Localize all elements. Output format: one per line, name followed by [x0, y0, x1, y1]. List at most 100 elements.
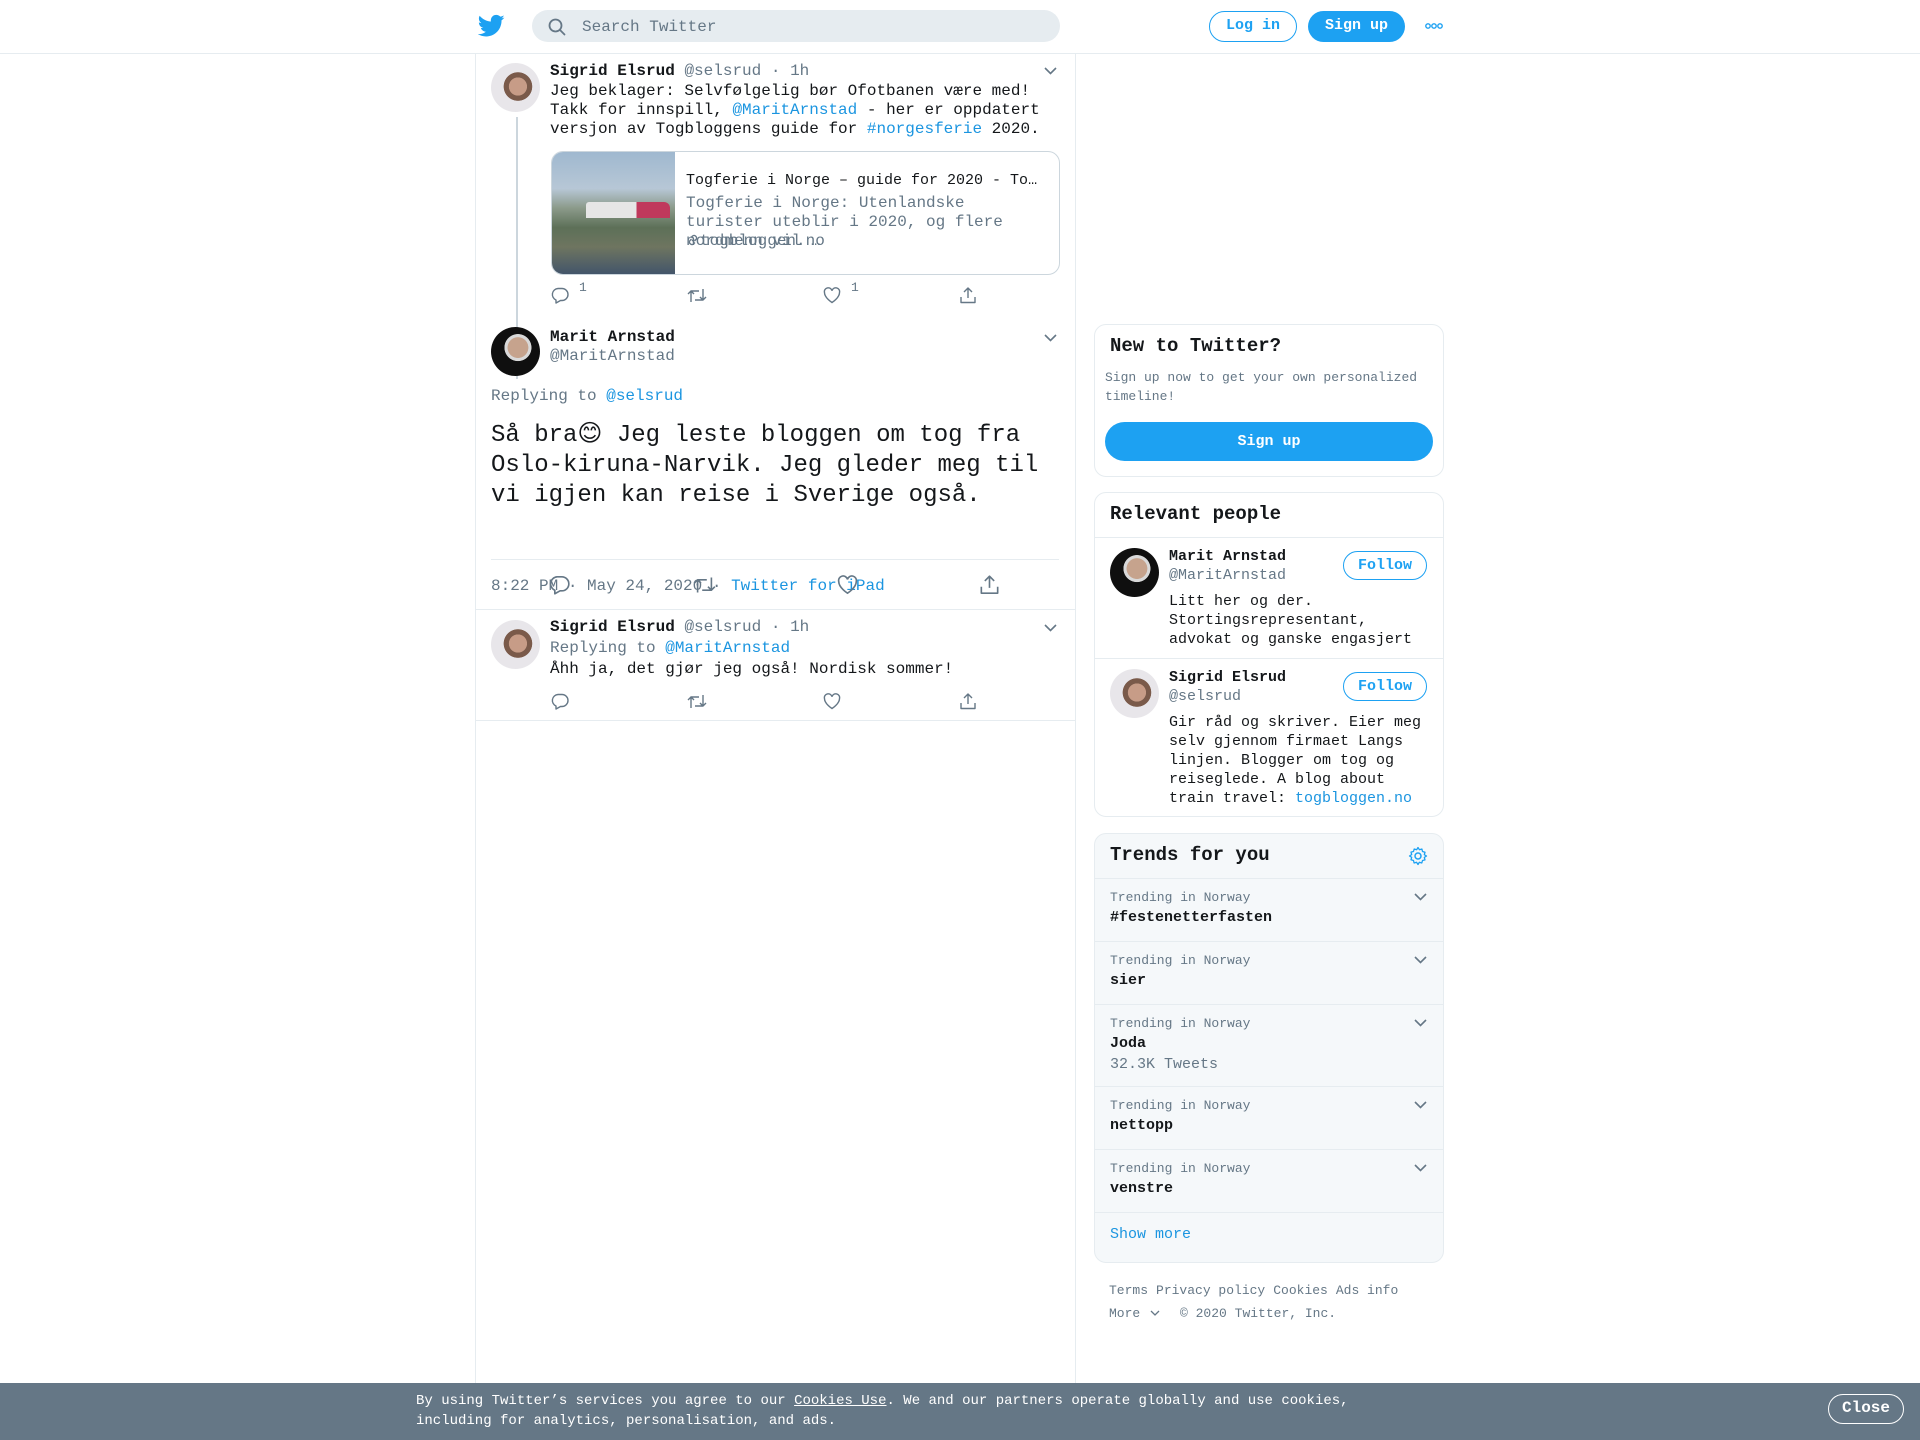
- like-button[interactable]: 1: [823, 280, 859, 304]
- footer-link-privacy[interactable]: Privacy policy: [1156, 1283, 1265, 1298]
- card-domain: togbloggen.no: [700, 232, 825, 250]
- more-options-icon[interactable]: [1425, 22, 1443, 30]
- heart-icon: [823, 693, 841, 710]
- mention-link[interactable]: @MaritArnstad: [665, 639, 790, 657]
- reply-button[interactable]: 1: [551, 280, 587, 304]
- trend-item[interactable]: Trending in Norway venstre: [1095, 1149, 1443, 1213]
- like-count: 1: [851, 280, 859, 295]
- chevron-down-icon[interactable]: [1414, 1164, 1427, 1172]
- parent-tweet[interactable]: Sigrid Elsrud @selsrud · 1h Jeg beklager…: [476, 53, 1075, 379]
- card-title: Togferie i Norge – guide for 2020 - Togb…: [686, 172, 1046, 189]
- author-handle[interactable]: @selsrud: [684, 618, 761, 636]
- link-icon: [686, 233, 700, 247]
- heart-icon: [823, 287, 841, 304]
- author-name[interactable]: Sigrid Elsrud: [550, 62, 675, 80]
- search-bar[interactable]: [532, 10, 1060, 44]
- footer-link-cookies[interactable]: Cookies: [1273, 1283, 1328, 1298]
- follow-button[interactable]: Follow: [1343, 672, 1427, 701]
- mention-link[interactable]: @MaritArnstad: [732, 101, 857, 119]
- cookies-use-link[interactable]: Cookies Use: [794, 1393, 886, 1409]
- cookie-banner: By using Twitter’s services you agree to…: [0, 1383, 1920, 1440]
- signup-button[interactable]: Sign up: [1105, 422, 1433, 461]
- reply-tweet[interactable]: Sigrid Elsrud @selsrud · 1h Replying to …: [476, 609, 1075, 721]
- new-to-twitter-panel: New to Twitter? Sign up now to get your …: [1094, 324, 1444, 477]
- like-button[interactable]: [823, 693, 841, 710]
- share-button[interactable]: [979, 575, 1000, 595]
- share-icon: [959, 287, 977, 304]
- tweet-time[interactable]: 1h: [790, 62, 809, 80]
- retweet-button[interactable]: [693, 575, 716, 595]
- author-handle[interactable]: @MaritArnstad: [550, 347, 675, 365]
- timeline-column: Sigrid Elsrud @selsrud · 1h Jeg beklager…: [475, 53, 1076, 1383]
- focus-tweet: Marit Arnstad @MaritArnstad Replying to …: [476, 317, 1075, 610]
- avatar[interactable]: [1110, 548, 1159, 597]
- tweet-text: Åhh ja, det gjør jeg også! Nordisk somme…: [550, 660, 954, 678]
- follow-button[interactable]: Follow: [1343, 551, 1427, 580]
- reply-icon: [551, 693, 569, 710]
- reply-button[interactable]: [551, 693, 569, 710]
- avatar[interactable]: [491, 327, 540, 376]
- bio-link[interactable]: togbloggen.no: [1295, 790, 1412, 807]
- person-item[interactable]: Marit Arnstad @MaritArnstad Follow Litt …: [1095, 537, 1443, 659]
- chevron-down-icon: [1150, 1310, 1160, 1316]
- like-button[interactable]: [837, 575, 858, 595]
- retweet-button[interactable]: [687, 693, 707, 710]
- share-icon: [979, 575, 1000, 595]
- avatar[interactable]: [491, 620, 540, 669]
- author-handle[interactable]: @selsrud: [684, 62, 761, 80]
- person-name[interactable]: Marit Arnstad: [1169, 548, 1286, 565]
- tweet-time[interactable]: 1h: [790, 618, 809, 636]
- footer: Terms Privacy policy Cookies Ads info More …: [1109, 1279, 1429, 1325]
- chevron-down-icon[interactable]: [1044, 67, 1057, 75]
- retweet-icon: [687, 693, 707, 710]
- person-bio: Gir råd og skriver. Eier meg selv gjenno…: [1169, 714, 1422, 807]
- trend-location: Trending in Norway: [1110, 953, 1251, 968]
- author-name[interactable]: Sigrid Elsrud: [550, 618, 675, 636]
- show-more-link[interactable]: Show more: [1110, 1226, 1191, 1243]
- replying-to-label: Replying to: [550, 639, 666, 657]
- divider: [491, 559, 1059, 560]
- smile-emoji-icon: 😊: [577, 419, 603, 447]
- chevron-down-icon[interactable]: [1414, 1019, 1427, 1027]
- person-item[interactable]: Sigrid Elsrud @selsrud Follow Gir råd og…: [1095, 658, 1443, 816]
- trend-item[interactable]: Trending in Norway nettopp: [1095, 1086, 1443, 1150]
- link-card[interactable]: Togferie i Norge – guide for 2020 - Togb…: [551, 151, 1060, 275]
- share-button[interactable]: [959, 287, 977, 304]
- avatar[interactable]: [491, 63, 540, 112]
- person-handle[interactable]: @selsrud: [1169, 688, 1241, 705]
- login-button[interactable]: Log in: [1209, 11, 1297, 42]
- trend-item[interactable]: Trending in Norway #festenetterfasten: [1095, 878, 1443, 942]
- twitter-logo-icon[interactable]: [478, 14, 505, 38]
- replying-to-label: Replying to: [491, 387, 607, 405]
- person-name[interactable]: Sigrid Elsrud: [1169, 669, 1286, 686]
- settings-gear-icon[interactable]: [1408, 846, 1428, 866]
- panel-title: New to Twitter?: [1110, 335, 1282, 357]
- heart-icon: [837, 575, 858, 595]
- trend-item[interactable]: Trending in Norway Joda 32.3K Tweets: [1095, 1004, 1443, 1087]
- person-bio: Litt her og der. Stortingsrepresentant, …: [1169, 593, 1413, 648]
- person-handle[interactable]: @MaritArnstad: [1169, 567, 1286, 584]
- trend-item[interactable]: Trending in Norway sier: [1095, 941, 1443, 1005]
- chevron-down-icon[interactable]: [1044, 334, 1057, 342]
- search-input[interactable]: [580, 10, 1044, 44]
- top-bar: Log in Sign up: [0, 0, 1920, 54]
- chevron-down-icon[interactable]: [1414, 956, 1427, 964]
- share-button[interactable]: [959, 693, 977, 710]
- footer-more-button[interactable]: More: [1109, 1306, 1168, 1321]
- footer-link-ads[interactable]: Ads info: [1336, 1283, 1398, 1298]
- retweet-button[interactable]: [687, 287, 707, 304]
- signup-button[interactable]: Sign up: [1308, 11, 1405, 42]
- relevant-people-panel: Relevant people Marit Arnstad @MaritArns…: [1094, 492, 1444, 817]
- reply-button[interactable]: [549, 575, 570, 595]
- footer-link-terms[interactable]: Terms: [1109, 1283, 1148, 1298]
- mention-link[interactable]: @selsrud: [606, 387, 683, 405]
- search-icon: [548, 18, 566, 36]
- chevron-down-icon[interactable]: [1414, 1101, 1427, 1109]
- chevron-down-icon[interactable]: [1044, 624, 1057, 632]
- avatar[interactable]: [1110, 669, 1159, 718]
- close-button[interactable]: Close: [1828, 1394, 1904, 1424]
- author-name[interactable]: Marit Arnstad: [550, 328, 675, 346]
- hashtag-link[interactable]: #norgesferie: [867, 120, 982, 138]
- reply-icon: [549, 575, 570, 595]
- chevron-down-icon[interactable]: [1414, 893, 1427, 901]
